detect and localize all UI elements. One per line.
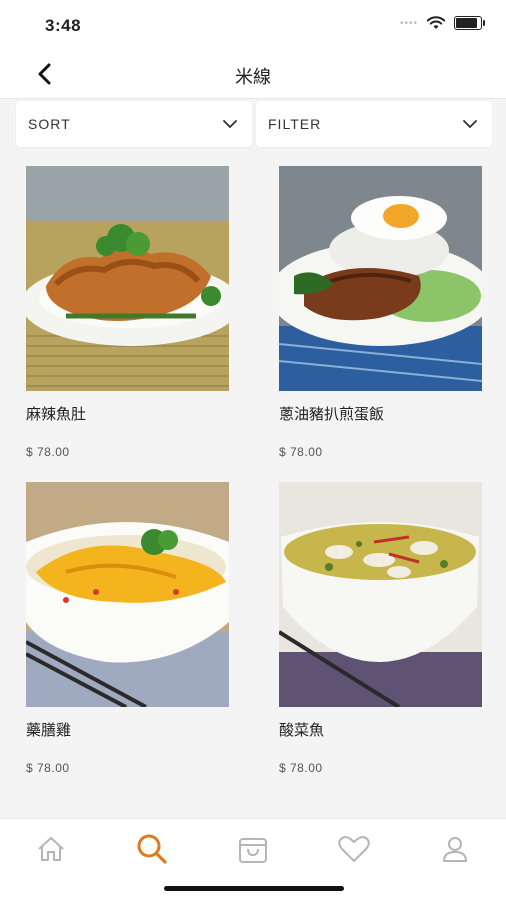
home-indicator [164,886,344,891]
search-icon [137,834,167,864]
product-image [26,482,229,707]
product-price: $ 78.00 [279,445,323,459]
product-name: 蔥油豬扒煎蛋飯 [279,406,385,423]
home-icon [38,837,64,861]
shopping-bag-icon [239,838,267,863]
signal-icon: •••• [399,17,418,29]
profile-icon [443,837,467,862]
product-image [26,166,229,391]
navigation-bar: 米線 [0,50,506,99]
product-card[interactable]: 麻辣魚肚 $ 78.00 [26,166,229,459]
heart-icon [338,836,370,862]
product-name: 藥膳雞 [26,722,72,739]
wifi-icon [426,16,446,29]
product-image [279,482,482,707]
filter-dropdown[interactable]: FILTER [256,101,492,147]
product-card[interactable]: 酸菜魚 $ 78.00 [279,482,482,775]
product-card[interactable]: 藥膳雞 $ 78.00 [26,482,229,775]
sort-filter-bar: SORT FILTER [16,101,492,147]
product-price: $ 78.00 [26,445,70,459]
status-bar: 3:48 •••• [0,0,506,50]
product-name: 麻辣魚肚 [26,406,87,423]
status-icons: •••• [399,16,485,30]
product-name: 酸菜魚 [279,722,325,739]
status-time: 3:48 [45,16,82,35]
sort-dropdown[interactable]: SORT [16,101,252,147]
product-price: $ 78.00 [26,761,70,775]
chevron-down-icon [223,120,237,128]
product-price: $ 78.00 [279,761,323,775]
tab-search[interactable] [132,829,172,869]
product-card[interactable]: 蔥油豬扒煎蛋飯 $ 78.00 [279,166,482,459]
tab-home[interactable] [31,829,71,869]
tab-bar [0,818,506,901]
chevron-down-icon [463,120,477,128]
product-image [279,166,482,391]
filter-label: FILTER [268,116,322,132]
page-title: 米線 [235,67,271,87]
tab-cart[interactable] [233,829,273,869]
sort-label: SORT [28,116,71,132]
tab-profile[interactable] [435,829,475,869]
tab-favorites[interactable] [334,829,374,869]
battery-icon [454,16,485,30]
